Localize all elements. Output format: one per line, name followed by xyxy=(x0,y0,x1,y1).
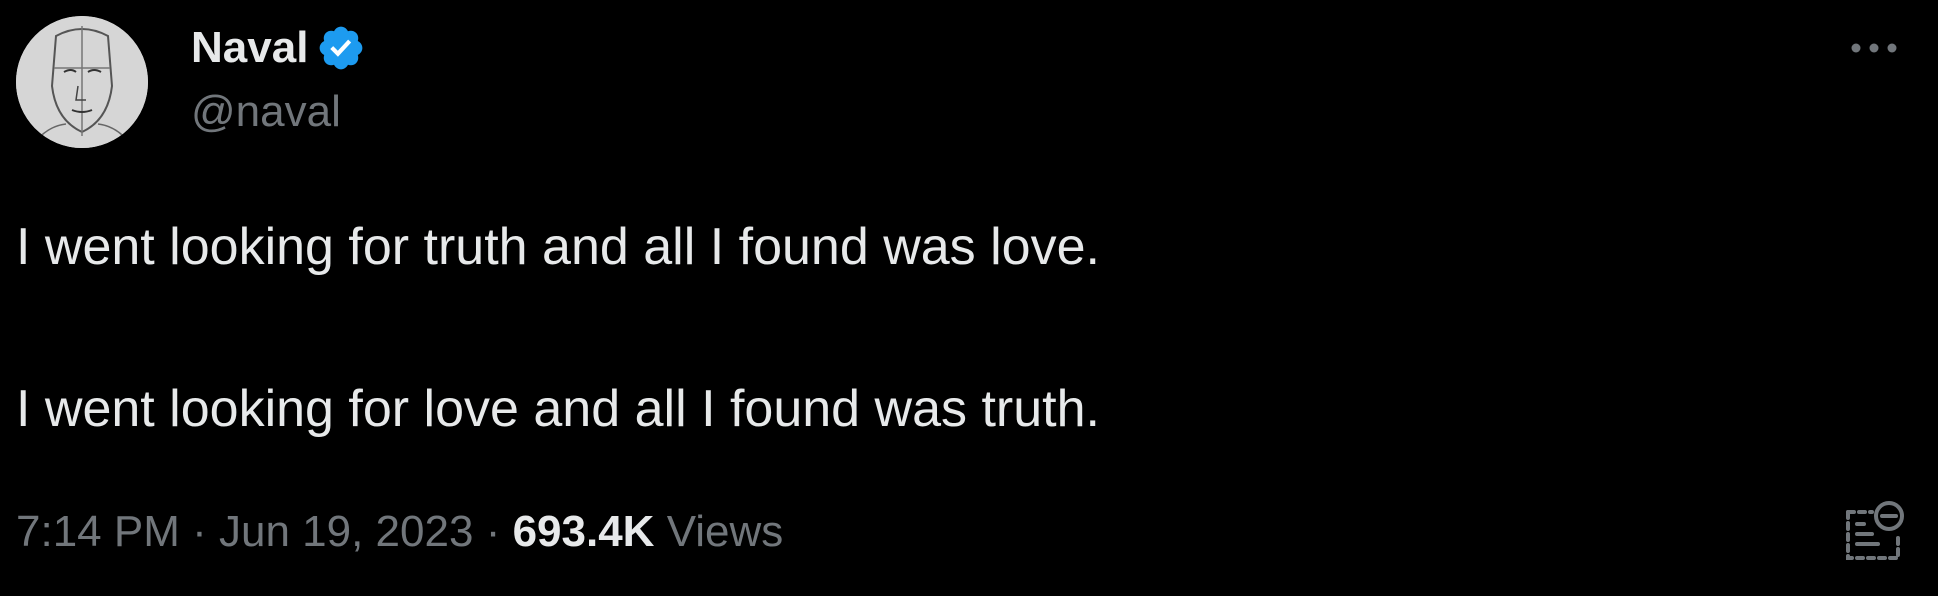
author-name-row: Naval xyxy=(191,22,366,74)
tweet-meta: 7:14 PM · Jun 19, 2023 · 693.4K Views xyxy=(16,504,783,560)
meta-separator: · xyxy=(192,507,207,556)
views-label: Views xyxy=(666,507,784,556)
verified-badge-icon[interactable] xyxy=(316,23,366,73)
tweet-date[interactable]: Jun 19, 2023 xyxy=(219,507,473,556)
more-options-icon xyxy=(1851,43,1897,53)
analytics-icon xyxy=(1846,501,1904,560)
meta-separator: · xyxy=(485,507,501,556)
tweet-text-line: I went looking for truth and all I found… xyxy=(16,218,1100,276)
analytics-button[interactable] xyxy=(1842,498,1908,564)
author-handle[interactable]: @naval xyxy=(191,84,341,140)
tweet-time[interactable]: 7:14 PM xyxy=(16,507,180,556)
avatar[interactable] xyxy=(16,16,148,148)
avatar-sketch-image xyxy=(16,16,148,148)
author-display-name[interactable]: Naval xyxy=(191,22,308,74)
more-options-button[interactable] xyxy=(1844,30,1904,66)
views-count: 693.4K xyxy=(512,507,655,556)
tweet-text-line: I went looking for love and all I found … xyxy=(16,380,1100,438)
